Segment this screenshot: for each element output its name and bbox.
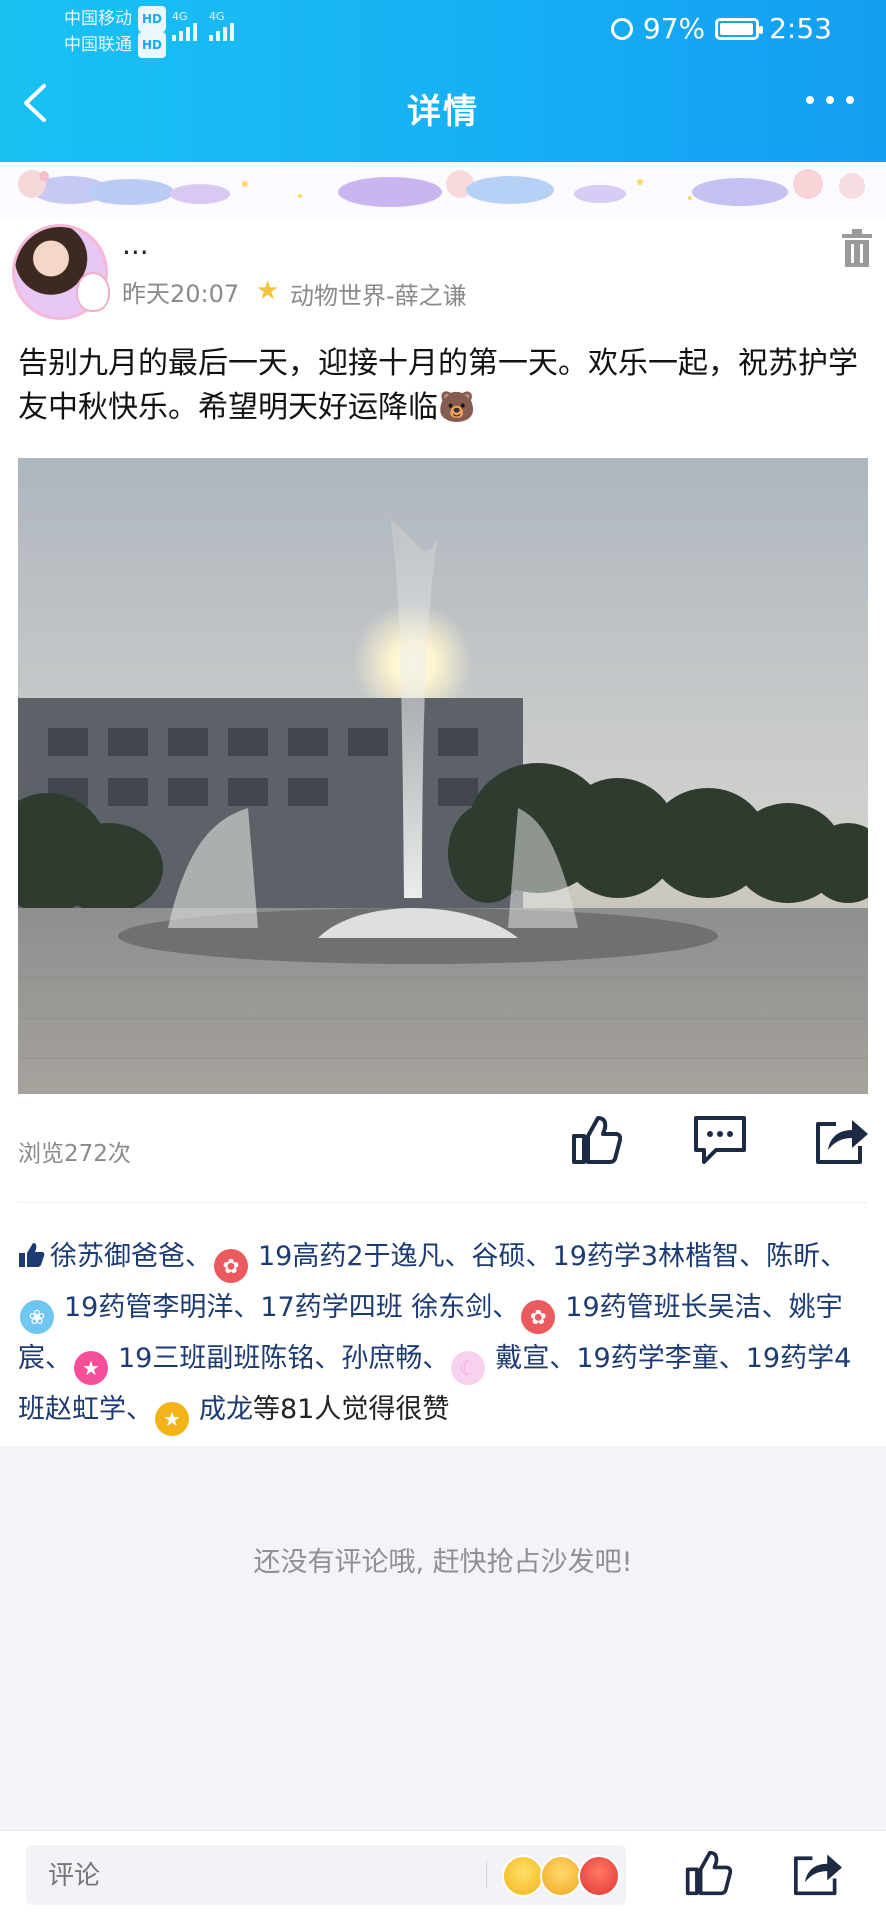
post-card: ... 昨天20:07 ★ 动物世界-薛之谦 告别九月的最后一天，迎接十月的第一… [0,162,886,1446]
share-icon[interactable] [792,1849,844,1897]
likes-summary: 等81人觉得很赞 [253,1394,450,1425]
status-right: 97% 2:53 [610,12,832,45]
liker-names[interactable]: 徐苏御爸爸、 [50,1241,212,1272]
view-count: 浏览272次 [18,1141,131,1167]
like-icon[interactable] [684,1849,732,1897]
signal-icon: 4G 4G [172,10,234,41]
post-photo[interactable] [18,458,868,1094]
liker-names[interactable]: 19药管李明洋、17药学四班 徐东剑、 [64,1292,519,1323]
grin-emoji-icon [502,1855,544,1897]
paw-badge-icon: ✿ [521,1300,556,1334]
decorative-banner [0,162,886,218]
more-icon[interactable] [806,96,854,104]
clock: 2:53 [769,12,832,45]
emoji-button[interactable] [502,1855,620,1897]
hd-badge: HD [138,6,167,32]
liker-names[interactable]: 成龙 [199,1394,253,1425]
separator [486,1861,487,1889]
bottom-bar [0,1830,886,1921]
star-icon: ★ [256,276,280,306]
alarm-icon [610,17,633,40]
moon-badge-icon: ☾ [451,1351,486,1385]
battery-icon [715,17,764,40]
liker-names[interactable]: 19三班副班陈铭、孙庶畅、 [118,1343,449,1374]
like-icon[interactable] [570,1114,622,1166]
comment-input[interactable] [46,1845,470,1907]
topic-tag[interactable]: 动物世界-薛之谦 [290,276,467,311]
divider [18,1202,868,1203]
likes-list[interactable]: 徐苏御爸爸、 ✿ 19高药2于逸凡、谷硕、19药学3林楷智、陈昕、❀ 19药管李明洋、… [18,1232,876,1436]
star-badge-icon: ★ [74,1351,108,1385]
flower-badge-icon: ❀ [20,1300,54,1334]
network-label: 4G [209,10,225,23]
page-title: 详情 [407,92,479,132]
top-header: 中国移动 HD 中国联通 HD 4G 4G 97% 2:53 详情 [0,0,886,162]
carrier-1: 中国移动 [64,9,132,29]
gift-emoji-icon [578,1855,620,1897]
liker-names[interactable]: 19高药2于逸凡、谷硕、19药学3林楷智、陈昕、 [258,1241,847,1272]
paw-badge-icon: ✿ [214,1249,248,1283]
star-badge-icon: ★ [155,1402,189,1436]
battery-percent: 97% [642,12,706,45]
laugh-emoji-icon [540,1855,582,1897]
network-label: 4G [172,10,188,23]
hd-badge: HD [138,32,167,58]
trash-icon[interactable] [840,228,874,268]
carrier-2: 中国联通 [64,35,132,55]
comment-box[interactable] [26,1845,626,1907]
comment-icon[interactable] [692,1114,748,1166]
post-content: 告别九月的最后一天，迎接十月的第一天。欢乐一起，祝苏护学友中秋快乐。希望明天好运… [18,346,858,425]
empty-comments-message: 还没有评论哦, 赶快抢占沙发吧! [253,1547,633,1578]
carrier-info: 中国移动 HD 中国联通 HD [64,6,167,58]
post-time: 昨天20:07 [122,280,240,308]
avatar-decoration [76,272,110,312]
share-icon[interactable] [814,1114,870,1166]
user-nickname[interactable]: ... [122,228,149,261]
like-small-icon [19,1243,45,1267]
